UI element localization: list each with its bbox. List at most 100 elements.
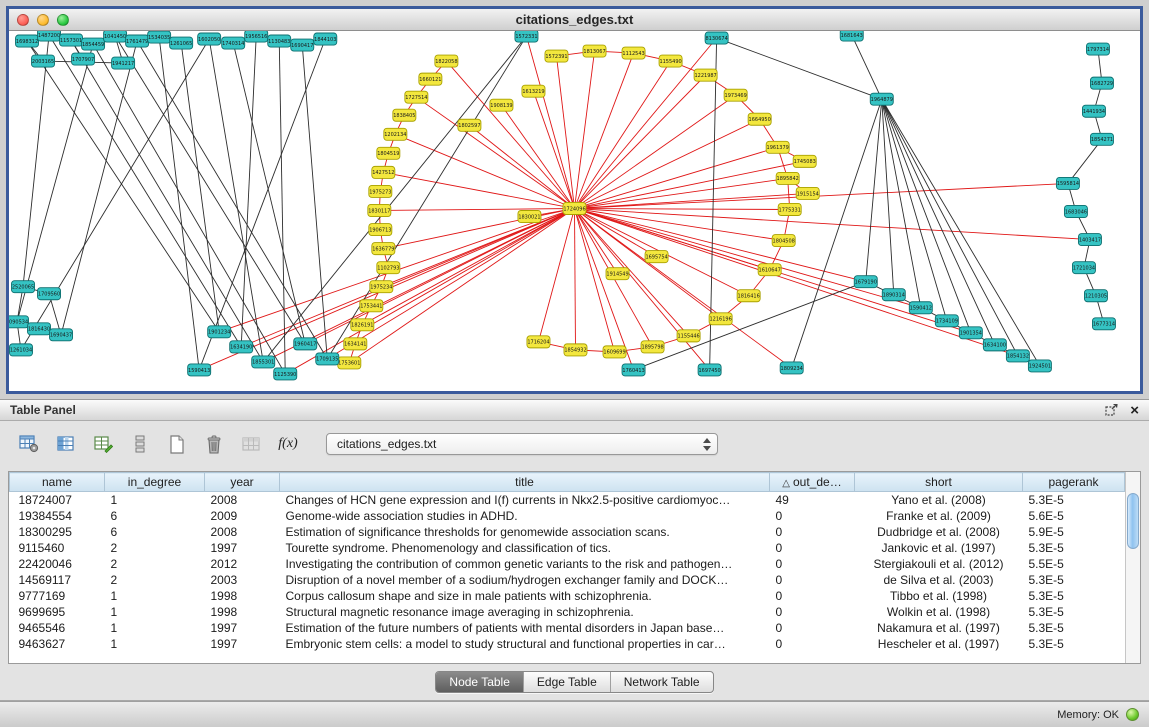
graph-edge[interactable] — [17, 44, 93, 322]
table-cell[interactable]: Hescheler et al. (1997) — [855, 636, 1023, 652]
row-height-icon[interactable] — [127, 431, 153, 457]
column-header-year[interactable]: year — [205, 473, 280, 492]
graph-node[interactable]: 1775331 — [778, 203, 801, 215]
function-builder-icon[interactable]: f(x) — [275, 431, 301, 457]
float-panel-icon[interactable] — [1105, 404, 1118, 416]
table-cell[interactable]: Dudbridge et al. (2008) — [855, 524, 1023, 540]
graph-node[interactable]: 1890314 — [882, 289, 905, 301]
table-cell[interactable]: 2 — [105, 572, 205, 588]
graph-node[interactable]: 1895798 — [641, 341, 664, 353]
show-columns-icon[interactable] — [53, 431, 79, 457]
table-cell[interactable]: 5.3E-5 — [1023, 572, 1125, 588]
table-cell[interactable]: 1 — [105, 492, 205, 508]
graph-node[interactable]: 1854271 — [1090, 133, 1113, 145]
graph-node[interactable]: 1855301 — [252, 356, 275, 368]
graph-node[interactable]: 8130674 — [705, 32, 728, 44]
column-header-out_de[interactable]: △out_de… — [770, 473, 855, 492]
graph-node[interactable]: 1202134 — [384, 128, 407, 140]
graph-edge[interactable] — [302, 45, 327, 359]
graph-node[interactable]: 1403417 — [1078, 234, 1101, 246]
table-cell[interactable]: 5.3E-5 — [1023, 604, 1125, 620]
table-cell[interactable]: 5.3E-5 — [1023, 620, 1125, 636]
close-window-icon[interactable] — [17, 14, 29, 26]
graph-node[interactable]: 1901354 — [959, 327, 982, 339]
graph-node[interactable]: 1534035 — [148, 31, 171, 43]
graph-edge[interactable] — [575, 208, 790, 209]
table-cell[interactable]: 0 — [770, 508, 855, 524]
graph-node[interactable]: 1838405 — [393, 109, 416, 121]
graph-node[interactable]: 1906713 — [369, 224, 392, 236]
network-canvas-container[interactable]: 1724096182205816601211727514183840512021… — [9, 31, 1140, 391]
graph-node[interactable]: 1745083 — [793, 155, 816, 167]
table-cell[interactable]: 5.3E-5 — [1023, 540, 1125, 556]
graph-node[interactable]: 1682729 — [1090, 77, 1113, 89]
graph-edge[interactable] — [305, 208, 574, 343]
graph-node[interactable]: 1602050 — [198, 33, 221, 45]
network-canvas[interactable]: 1724096182205816601211727514183840512021… — [9, 31, 1140, 391]
graph-node[interactable]: 1155446 — [677, 330, 700, 342]
graph-edge[interactable] — [379, 208, 574, 210]
graph-node[interactable]: 1908139 — [490, 99, 513, 111]
graph-node[interactable]: 1854932 — [564, 344, 587, 356]
graph-node[interactable]: 1804508 — [772, 235, 795, 247]
table-cell[interactable]: 0 — [770, 588, 855, 604]
graph-node[interactable]: 1740314 — [222, 37, 245, 49]
table-cell[interactable]: 1997 — [205, 636, 280, 652]
table-cell[interactable]: 14569117 — [10, 572, 105, 588]
table-cell[interactable]: Stergiakouli et al. (2012) — [855, 556, 1023, 572]
graph-edge[interactable] — [23, 35, 49, 287]
graph-node[interactable]: 1826191 — [351, 319, 374, 331]
graph-edge[interactable] — [882, 99, 921, 308]
graph-edge[interactable] — [61, 41, 137, 335]
table-cell[interactable]: 1998 — [205, 588, 280, 604]
graph-edge[interactable] — [575, 208, 615, 351]
graph-edge[interactable] — [1068, 139, 1102, 183]
graph-node[interactable]: 1960417 — [294, 338, 317, 350]
graph-edge[interactable] — [263, 36, 526, 362]
table-cell[interactable]: 2012 — [205, 556, 280, 572]
table-cell[interactable]: 1 — [105, 588, 205, 604]
table-cell[interactable]: Wolkin et al. (1998) — [855, 604, 1023, 620]
graph-edge[interactable] — [209, 39, 263, 362]
graph-node[interactable]: 1664950 — [748, 113, 771, 125]
graph-edge[interactable] — [882, 99, 995, 345]
table-row[interactable]: 977716911998Corpus callosum shape and si… — [10, 588, 1125, 604]
graph-node[interactable]: 1090534 — [9, 316, 29, 328]
table-cell[interactable]: 0 — [770, 572, 855, 588]
table-row[interactable]: 1830029562008Estimation of significance … — [10, 524, 1125, 540]
table-cell[interactable]: 5.3E-5 — [1023, 492, 1125, 508]
graph-node[interactable]: 1809234 — [780, 362, 803, 374]
graph-node[interactable]: 1915154 — [796, 187, 819, 199]
close-panel-icon[interactable]: × — [1130, 403, 1139, 418]
graph-node[interactable]: 1914549 — [606, 268, 629, 280]
table-cell[interactable]: Structural magnetic resonance image aver… — [280, 604, 770, 620]
graph-node[interactable]: 1716204 — [527, 336, 550, 348]
graph-node[interactable]: 1802597 — [458, 119, 481, 131]
table-cell[interactable]: 2 — [105, 556, 205, 572]
tab-node-table[interactable]: Node Table — [436, 672, 523, 692]
graph-node[interactable]: 1613219 — [522, 85, 545, 97]
table-cell[interactable]: 0 — [770, 620, 855, 636]
table-cell[interactable]: Embryonic stem cells: a model to study s… — [280, 636, 770, 652]
graph-node[interactable]: 1572391 — [545, 50, 568, 62]
graph-node[interactable]: 1112543 — [622, 47, 645, 59]
graph-node[interactable]: 1609699 — [603, 346, 626, 358]
table-cell[interactable]: 1998 — [205, 604, 280, 620]
table-cell[interactable]: 2 — [105, 540, 205, 556]
graph-node[interactable]: 1804519 — [377, 147, 400, 159]
graph-node[interactable]: 1441934 — [1082, 105, 1105, 117]
table-cell[interactable]: 18300295 — [10, 524, 105, 540]
graph-node[interactable]: 1961379 — [766, 141, 789, 153]
table-cell[interactable]: 1997 — [205, 620, 280, 636]
table-cell[interactable]: 2008 — [205, 492, 280, 508]
table-cell[interactable]: 0 — [770, 540, 855, 556]
table-cell[interactable]: Yano et al. (2008) — [855, 492, 1023, 508]
table-cell[interactable]: 0 — [770, 556, 855, 572]
graph-node[interactable]: 1487200 — [38, 31, 61, 41]
table-cell[interactable]: Disruption of a novel member of a sodium… — [280, 572, 770, 588]
graph-node[interactable]: 1727514 — [405, 91, 428, 103]
graph-node[interactable]: 1854459 — [82, 38, 105, 50]
table-cell[interactable]: Tibbo et al. (1998) — [855, 588, 1023, 604]
graph-edge[interactable] — [575, 208, 618, 273]
graph-edge[interactable] — [882, 99, 1040, 366]
